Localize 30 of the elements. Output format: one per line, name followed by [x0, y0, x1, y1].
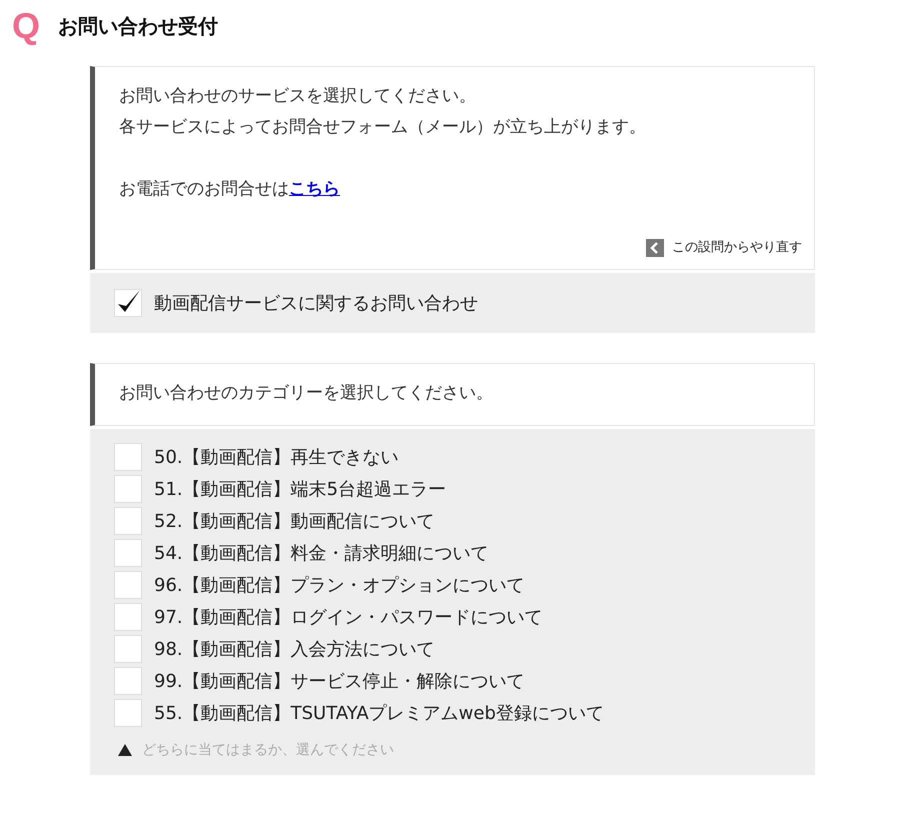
question-text: 各サービスによってお問合せフォーム（メール）が立ち上がります。: [119, 116, 647, 139]
option-label[interactable]: 51.【動画配信】端末5台超過エラー: [154, 477, 446, 501]
restart-link[interactable]: この設問からやり直す: [672, 239, 802, 257]
checkbox[interactable]: [114, 699, 142, 727]
option-label[interactable]: 52.【動画配信】動画配信について: [154, 509, 435, 533]
phone-link[interactable]: こちら: [289, 179, 340, 199]
option-label[interactable]: 98.【動画配信】入会方法について: [154, 637, 435, 661]
option-label[interactable]: 97.【動画配信】ログイン・パスワードについて: [154, 605, 543, 629]
option-label[interactable]: 55.【動画配信】TSUTAYAプレミアムweb登録について: [154, 701, 604, 725]
option-label[interactable]: 動画配信サービスに関するお問い合わせ: [154, 291, 478, 315]
q-logo: Q: [12, 8, 40, 44]
checkbox[interactable]: [114, 603, 142, 631]
checkbox[interactable]: [114, 507, 142, 535]
option-label[interactable]: 99.【動画配信】サービス停止・解除について: [154, 669, 525, 693]
question-text: お問い合わせのサービスを選択してください。: [119, 85, 477, 108]
warning-triangle-icon: [118, 744, 132, 756]
checkbox[interactable]: [114, 475, 142, 503]
phone-text: お電話でのお問合せはこちら: [119, 178, 341, 201]
checkbox[interactable]: [114, 571, 142, 599]
checkbox[interactable]: [114, 635, 142, 663]
checkbox[interactable]: [114, 289, 142, 317]
option-label[interactable]: 50.【動画配信】再生できない: [154, 445, 399, 469]
checkbox[interactable]: [114, 539, 142, 567]
option-label[interactable]: 54.【動画配信】料金・請求明細について: [154, 541, 489, 565]
hint-text: どちらに当てはまるか、選んでください: [142, 741, 394, 759]
checkbox[interactable]: [114, 443, 142, 471]
option-label[interactable]: 96.【動画配信】プラン・オプションについて: [154, 573, 525, 597]
page-title: お問い合わせ受付: [58, 12, 218, 40]
question-text: お問い合わせのカテゴリーを選択してください。: [119, 382, 494, 405]
checkbox[interactable]: [114, 667, 142, 695]
